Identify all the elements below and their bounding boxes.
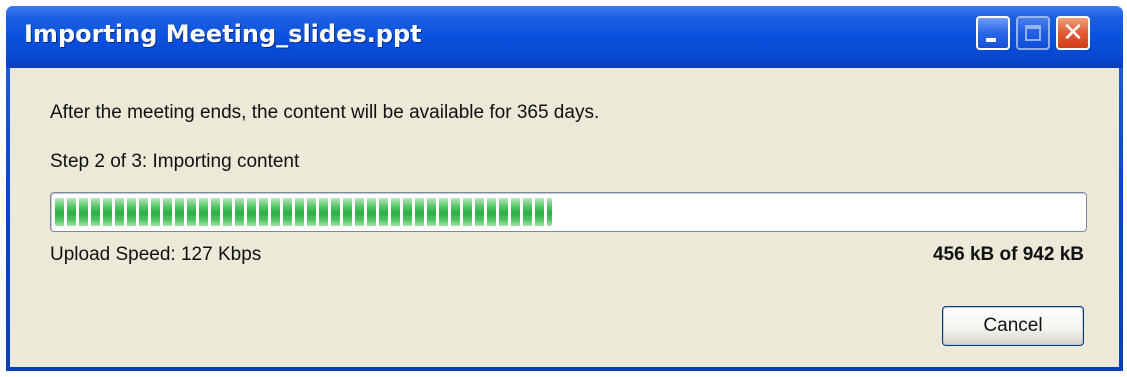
minimize-button[interactable] xyxy=(976,16,1010,50)
maximize-button xyxy=(1016,16,1050,50)
import-dialog-window: Importing Meeting_slides.ppt ✕ After the… xyxy=(6,6,1123,371)
progress-bar xyxy=(50,192,1087,232)
close-icon: ✕ xyxy=(1062,18,1084,48)
transfer-size-label: 456 kB of 942 kB xyxy=(932,244,1084,265)
cancel-button[interactable]: Cancel xyxy=(942,306,1084,346)
step-label: Step 2 of 3: Importing content xyxy=(50,151,300,172)
close-button[interactable]: ✕ xyxy=(1056,16,1090,50)
dialog-body: After the meeting ends, the content will… xyxy=(10,68,1119,367)
window-title: Importing Meeting_slides.ppt xyxy=(24,20,422,48)
maximize-icon xyxy=(1025,25,1041,41)
upload-speed-label: Upload Speed: 127 Kbps xyxy=(50,244,262,265)
availability-message: After the meeting ends, the content will… xyxy=(50,102,600,123)
minimize-icon xyxy=(986,38,996,42)
title-bar[interactable]: Importing Meeting_slides.ppt ✕ xyxy=(6,6,1123,68)
progress-fill xyxy=(55,198,553,226)
